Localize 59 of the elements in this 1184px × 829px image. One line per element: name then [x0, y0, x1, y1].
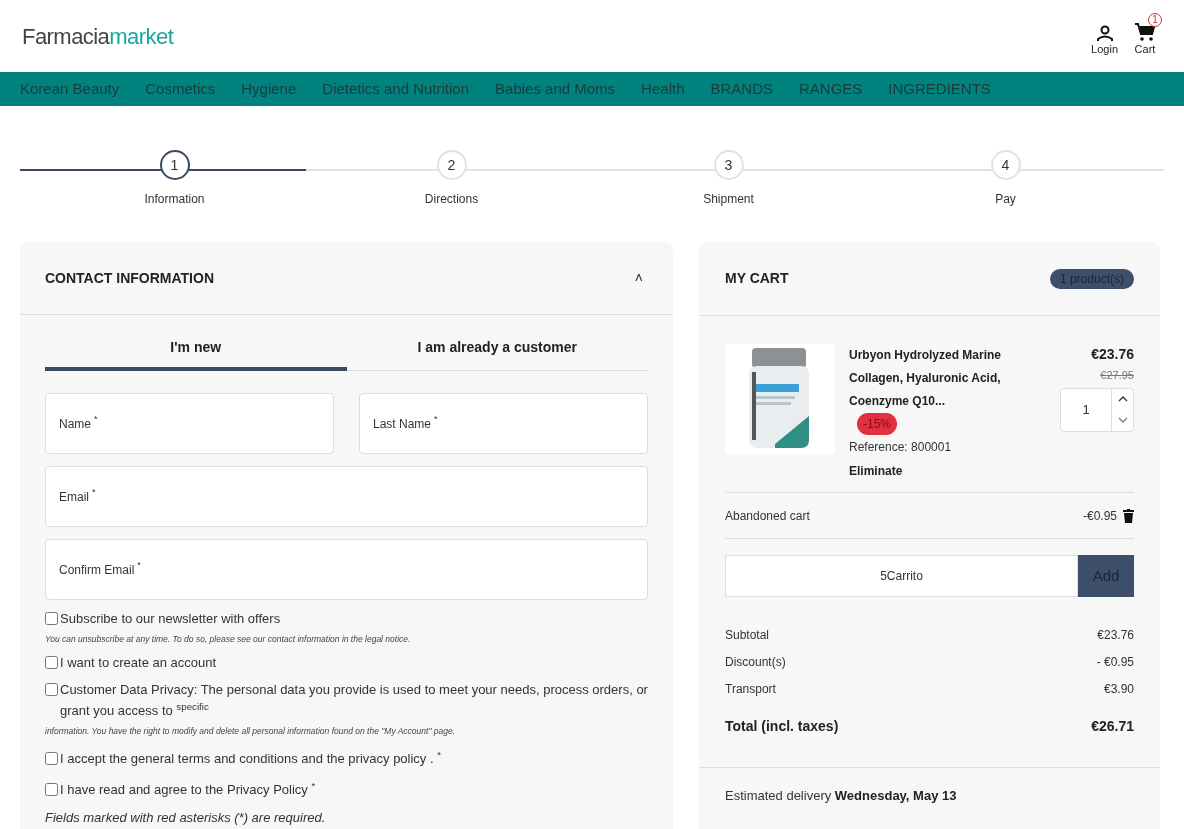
logo-text[interactable]: Farmacia [22, 19, 110, 53]
decrease-icon[interactable] [1117, 417, 1128, 423]
product-name[interactable]: Urbyon Hydrolyzed Marine Collagen, Hyaluronic Acid, Coenzyme Q10... [849, 344, 1049, 413]
step-number[interactable]: 1 [159, 150, 190, 180]
old-price: €27.95 [1100, 368, 1134, 383]
checkbox[interactable] [45, 612, 58, 625]
input-field[interactable]: Confirm Email $^{*}$ [45, 539, 648, 600]
remove-link[interactable]: Eliminate [849, 462, 1060, 480]
required-note: Fields marked with red asterisks (*) are required. [45, 808, 327, 827]
step-label: Pay [995, 191, 1016, 208]
step-label: Directions [424, 191, 479, 208]
input-field[interactable]: Email $^{*}$ [45, 466, 648, 527]
step-label: Shipment [703, 191, 754, 208]
summary-label: Subtotal [725, 626, 770, 644]
summary-label: Transport [725, 680, 776, 698]
total-label: Total (incl. taxes) [725, 717, 839, 736]
checkbox[interactable] [45, 655, 58, 669]
cart-count-badge: 1 [1148, 12, 1162, 27]
checkbox[interactable] [45, 682, 58, 696]
checkbox[interactable] [45, 782, 58, 796]
account-tab[interactable]: I'm new [45, 327, 347, 371]
checkbox-label: Customer Data Privacy: The personal data you provide is used to meet your needs, process orders, or grant you access to $^{specific}$ [60, 680, 648, 720]
checkbox-label: I want to create an account [60, 653, 217, 672]
trash-icon[interactable] [1123, 508, 1134, 523]
summary-label: Discount(s) [725, 653, 786, 671]
voucher-code-field[interactable]: 5Carrito [725, 555, 1078, 597]
user-icon [1095, 24, 1114, 41]
checkbox-label: Subscribe to our newsletter with offers [60, 610, 281, 628]
increase-icon[interactable] [1117, 396, 1128, 402]
input-field[interactable]: Last Name $^{*}$ [359, 393, 648, 454]
quantity-stepper[interactable]: 1 [1060, 387, 1134, 432]
section-title: MY CART [725, 269, 789, 288]
cart-icon [1134, 22, 1156, 41]
voucher-name: Abandoned cart [725, 507, 810, 525]
step-label: Information [144, 191, 205, 208]
discount-badge: -15% [857, 413, 897, 435]
input-field[interactable]: Name $^{*}$ [45, 393, 334, 454]
checkbox-label: I have read and agree to the Privacy Policy $^{*}$ [60, 778, 316, 799]
section-title: CONTACT INFORMATION [45, 268, 214, 288]
step-number[interactable]: 4 [990, 150, 1021, 180]
checkbox-note: information. You have the right to modify and delete all personal information found on the "My Account" page. [45, 724, 457, 738]
step-number[interactable]: 3 [713, 150, 744, 180]
product-reference: Reference: 800001 [849, 439, 953, 456]
collapse-button[interactable]: ˄ [634, 267, 643, 289]
account-tab[interactable]: I am already a customer [346, 327, 648, 371]
checkbox[interactable] [45, 751, 58, 765]
product-count-badge: 1 product(s) [1049, 268, 1134, 289]
voucher-amount: -€0.95 [1082, 507, 1117, 525]
delivery-estimate: Estimated delivery Wednesday, May 13 [725, 786, 1134, 829]
step-number[interactable]: 2 [436, 150, 467, 180]
summary-value: €3.90 [1103, 680, 1134, 698]
summary-value: - €0.95 [1096, 653, 1134, 671]
product-price: €23.76 [1091, 345, 1134, 364]
quantity-value: 1 [1081, 400, 1091, 419]
checkbox-note: You can unsubscribe at any time. To do so, please see our contact information in the legal notice. [45, 633, 412, 646]
login-link[interactable]: Login [1091, 24, 1118, 58]
total-value: €26.71 [1091, 717, 1134, 736]
summary-value: €23.76 [1097, 626, 1134, 644]
checkbox-label: I accept the general terms and conditions and the privacy policy . $^{*}$ [60, 747, 441, 768]
